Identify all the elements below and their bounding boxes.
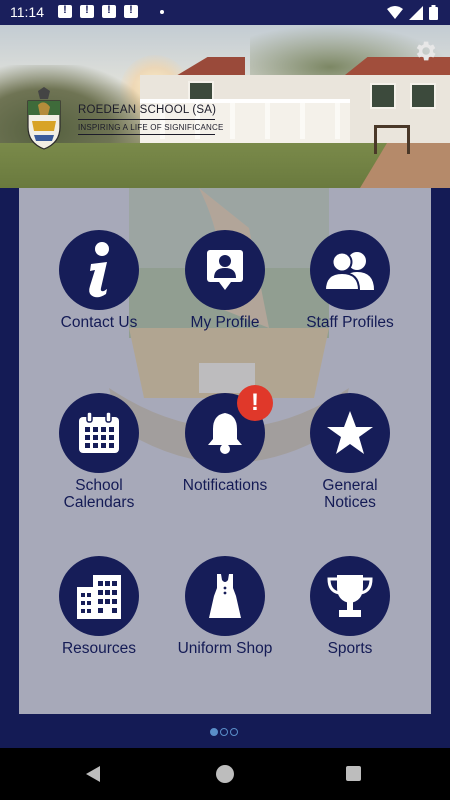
- tile-label: Notifications: [182, 477, 268, 494]
- alert-notification-icon: [102, 4, 116, 18]
- page-dot[interactable]: [230, 728, 238, 736]
- alert-notification-icon: [80, 4, 94, 18]
- info-icon: [89, 242, 109, 298]
- school-motto: INSPIRING A LIFE OF SIGNIFICANCE: [78, 123, 224, 132]
- tile-label: School Calendars: [63, 477, 135, 511]
- home-icon[interactable]: [216, 765, 234, 783]
- dress-icon: [209, 574, 241, 618]
- general-notices-button[interactable]: [310, 393, 390, 473]
- staff-profiles-button[interactable]: [310, 230, 390, 310]
- tile-notifications[interactable]: ! Notifications: [162, 385, 288, 494]
- star-icon: [327, 411, 373, 454]
- tile-staff-profiles[interactable]: Staff Profiles: [287, 230, 413, 331]
- status-bar: 11:14: [0, 0, 450, 25]
- tile-general-notices[interactable]: General Notices: [287, 393, 413, 511]
- sports-button[interactable]: [310, 556, 390, 636]
- back-icon[interactable]: [86, 766, 100, 782]
- menu-panel: Contact Us My Profile Staff Profiles Sch…: [19, 188, 431, 714]
- tile-label: Resources: [61, 640, 137, 657]
- more-notifications-dot-icon: [160, 10, 164, 14]
- resources-button[interactable]: [59, 556, 139, 636]
- calendar-icon: [79, 411, 119, 453]
- status-time: 11:14: [10, 4, 44, 20]
- tile-label: Sports: [327, 640, 373, 657]
- tile-label: General Notices: [322, 477, 378, 511]
- tile-label: Uniform Shop: [177, 640, 273, 657]
- tile-my-profile[interactable]: My Profile: [162, 230, 288, 331]
- uniform-shop-button[interactable]: [185, 556, 265, 636]
- tile-label: Contact Us: [60, 314, 138, 331]
- tile-uniform-shop[interactable]: Uniform Shop: [162, 556, 288, 657]
- tile-resources[interactable]: Resources: [36, 556, 162, 657]
- tile-sports[interactable]: Sports: [287, 556, 413, 657]
- profile-card-icon: [207, 250, 243, 290]
- notifications-button[interactable]: !: [185, 385, 273, 473]
- wifi-icon: [387, 5, 403, 19]
- recent-apps-icon[interactable]: [346, 766, 361, 781]
- tile-label: My Profile: [190, 314, 260, 331]
- bench-image: [374, 125, 410, 154]
- page-dot[interactable]: [220, 728, 228, 736]
- contact-us-button[interactable]: [59, 230, 139, 310]
- notification-icons: [58, 4, 138, 18]
- school-crest-logo: [27, 87, 61, 150]
- alert-notification-icon: [124, 4, 138, 18]
- school-calendars-button[interactable]: [59, 393, 139, 473]
- tile-school-calendars[interactable]: School Calendars: [36, 393, 162, 511]
- bell-icon: [208, 413, 242, 454]
- status-right-icons: [387, 5, 438, 20]
- notification-alert-badge: !: [237, 385, 273, 421]
- page-dot-active[interactable]: [210, 728, 218, 736]
- battery-icon: [429, 5, 438, 20]
- my-profile-button[interactable]: [185, 230, 265, 310]
- tile-contact-us[interactable]: Contact Us: [36, 230, 162, 331]
- building-icon: [77, 575, 121, 619]
- signal-icon: [409, 5, 423, 20]
- page-indicator: [210, 728, 238, 736]
- school-name: ROEDEAN SCHOOL (SA): [78, 104, 217, 116]
- tile-label: Staff Profiles: [306, 314, 394, 331]
- header-banner: [0, 25, 450, 188]
- gear-icon[interactable]: [412, 38, 438, 64]
- users-icon: [324, 251, 374, 290]
- alert-notification-icon: [58, 4, 72, 18]
- trophy-icon: [327, 575, 373, 617]
